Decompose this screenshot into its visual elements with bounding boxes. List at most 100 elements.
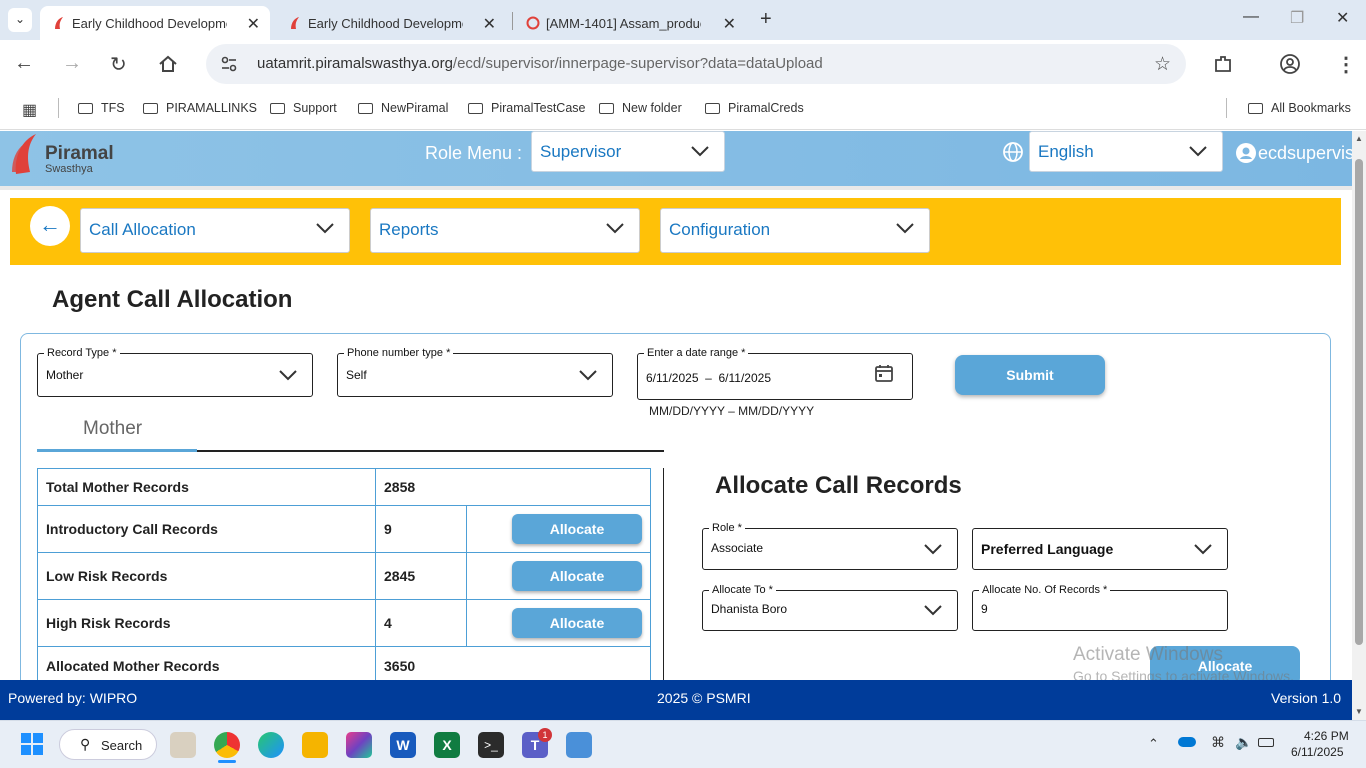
calendar-icon[interactable] (874, 363, 894, 383)
table-row: Allocated Mother Records 3650 (37, 646, 651, 685)
volume-icon[interactable]: 🔈 (1235, 734, 1252, 751)
home-icon[interactable] (158, 54, 178, 74)
bookmark-support[interactable]: Support (270, 101, 337, 115)
wifi-icon[interactable]: ⌘ (1211, 734, 1225, 751)
excel-icon[interactable]: X (434, 732, 460, 758)
language-select-value: English (1038, 142, 1094, 161)
bookmark-divider (58, 98, 59, 118)
call-allocation-menu[interactable]: Call Allocation (80, 208, 350, 253)
reports-menu[interactable]: Reports (370, 208, 640, 253)
chevron-down-icon (279, 370, 297, 381)
copyright: 2025 © PSMRI (657, 690, 751, 706)
table-row: Low Risk Records 2845 Allocate (37, 552, 651, 600)
edge-icon[interactable] (258, 732, 284, 758)
role-field[interactable]: Role * Associate (702, 522, 958, 570)
phone-type-select[interactable]: Phone number type * Self (337, 347, 613, 397)
tab-divider (512, 12, 513, 30)
allocate-no-value: 9 (981, 602, 988, 616)
submit-button[interactable]: Submit (955, 355, 1105, 395)
folder-icon (468, 102, 483, 114)
clock-date[interactable]: 6/11/2025 (1291, 745, 1344, 759)
back-button[interactable]: ← (30, 206, 70, 246)
site-info-icon[interactable] (220, 55, 238, 73)
configuration-menu[interactable]: Configuration (660, 208, 930, 253)
language-select[interactable]: English (1029, 131, 1223, 172)
tab-search-button[interactable]: ⌄ (8, 8, 32, 32)
bookmark-tfs[interactable]: TFS (78, 101, 125, 115)
browser-menu-icon[interactable]: ⋮ (1336, 52, 1356, 77)
page-scrollbar[interactable]: ▲ ▼ (1352, 131, 1366, 720)
scroll-down-icon[interactable]: ▼ (1355, 707, 1363, 716)
table-row: High Risk Records 4 Allocate (37, 599, 651, 647)
search-icon: ⚲ (80, 736, 91, 752)
word-icon[interactable]: W (390, 732, 416, 758)
tab-ecd-1[interactable]: Early Childhood Developme ✕ (40, 6, 270, 40)
close-icon[interactable]: ✕ (483, 14, 496, 34)
folder-icon (143, 102, 158, 114)
record-type-select[interactable]: Record Type * Mother (37, 347, 313, 397)
all-bookmarks[interactable]: All Bookmarks (1248, 101, 1351, 115)
taskbar-search[interactable]: ⚲ Search (59, 729, 157, 760)
widgets-icon[interactable] (170, 732, 196, 758)
scrollbar-thumb[interactable] (1355, 159, 1363, 645)
teams-badge: 1 (538, 728, 552, 742)
remote-desktop-icon[interactable] (566, 732, 592, 758)
user-name[interactable]: ecdsupervis (1258, 143, 1352, 164)
chevron-down-icon (924, 605, 942, 616)
profile-icon[interactable] (1279, 53, 1301, 75)
allocate-no-input[interactable]: Allocate No. Of Records * 9 (972, 584, 1228, 631)
allocate-introductory-button[interactable]: Allocate (512, 514, 642, 544)
terminal-icon[interactable]: >_ (478, 732, 504, 758)
allocate-to-select[interactable]: Allocate To * Dhanista Boro (702, 584, 958, 631)
new-tab-button[interactable]: + (760, 8, 772, 31)
bookmark-piramaltestcase[interactable]: PiramalTestCase (468, 101, 585, 115)
chevron-up-icon[interactable]: ⌃ (1148, 736, 1159, 752)
restore-icon[interactable]: ❐ (1290, 8, 1304, 28)
onedrive-icon[interactable] (1178, 737, 1196, 747)
windows-start-icon[interactable] (20, 732, 44, 756)
window-close-icon[interactable]: ✕ (1336, 8, 1349, 28)
tab-active-indicator (37, 449, 197, 452)
battery-icon[interactable] (1258, 738, 1274, 747)
reload-icon[interactable]: ↻ (110, 52, 127, 77)
chevron-down-icon (1194, 544, 1212, 555)
logo-text: Piramal (45, 143, 114, 164)
apps-grid-icon[interactable]: ▦ (22, 100, 37, 120)
file-explorer-icon[interactable] (302, 732, 328, 758)
close-icon[interactable]: ✕ (247, 14, 260, 34)
bookmark-new-folder[interactable]: New folder (599, 101, 682, 115)
allocate-high-risk-button[interactable]: Allocate (512, 608, 642, 638)
minimize-icon[interactable]: — (1243, 8, 1259, 26)
bookmark-newpiramal[interactable]: NewPiramal (358, 101, 448, 115)
folder-icon (270, 102, 285, 114)
page-title: Agent Call Allocation (52, 286, 293, 313)
extensions-icon[interactable] (1212, 53, 1234, 75)
tab-ecd-2[interactable]: Early Childhood Developmen ✕ (276, 6, 506, 40)
user-avatar-icon[interactable] (1236, 143, 1256, 163)
record-value: 2858 (375, 468, 651, 506)
role-select[interactable]: Supervisor (531, 131, 725, 172)
back-arrow-icon[interactable]: ← (14, 52, 34, 75)
scroll-up-icon[interactable]: ▲ (1355, 134, 1363, 143)
role-label: Role * (709, 522, 745, 534)
m365-icon[interactable] (346, 732, 372, 758)
preferred-language-value: Preferred Language (981, 541, 1114, 557)
record-type-label: Record Type * (44, 347, 120, 359)
preferred-language-select[interactable]: Preferred Language (972, 528, 1228, 570)
chrome-icon[interactable] (214, 732, 240, 758)
allocate-low-risk-button[interactable]: Allocate (512, 561, 642, 591)
forward-arrow-icon[interactable]: → (62, 52, 82, 75)
tab-jira[interactable]: [AMM-1401] Assam_product ✕ (514, 6, 746, 40)
active-app-indicator (218, 760, 236, 763)
phone-type-label: Phone number type * (344, 347, 454, 359)
clock-time[interactable]: 4:26 PM (1304, 729, 1349, 743)
bookmark-piramallinks[interactable]: PIRAMALLINKS (143, 101, 257, 115)
piramal-favicon-icon (291, 17, 299, 29)
date-format-hint: MM/DD/YYYY – MM/DD/YYYY (649, 404, 815, 418)
bookmark-star-icon[interactable]: ☆ (1154, 53, 1171, 76)
close-icon[interactable]: ✕ (723, 14, 736, 34)
tab-mother[interactable]: Mother (83, 418, 142, 440)
piramal-favicon-icon (55, 17, 63, 29)
bookmark-piramalcreds[interactable]: PiramalCreds (705, 101, 804, 115)
date-range-input[interactable]: Enter a date range * 6/11/2025 – 6/11/20… (637, 347, 913, 400)
